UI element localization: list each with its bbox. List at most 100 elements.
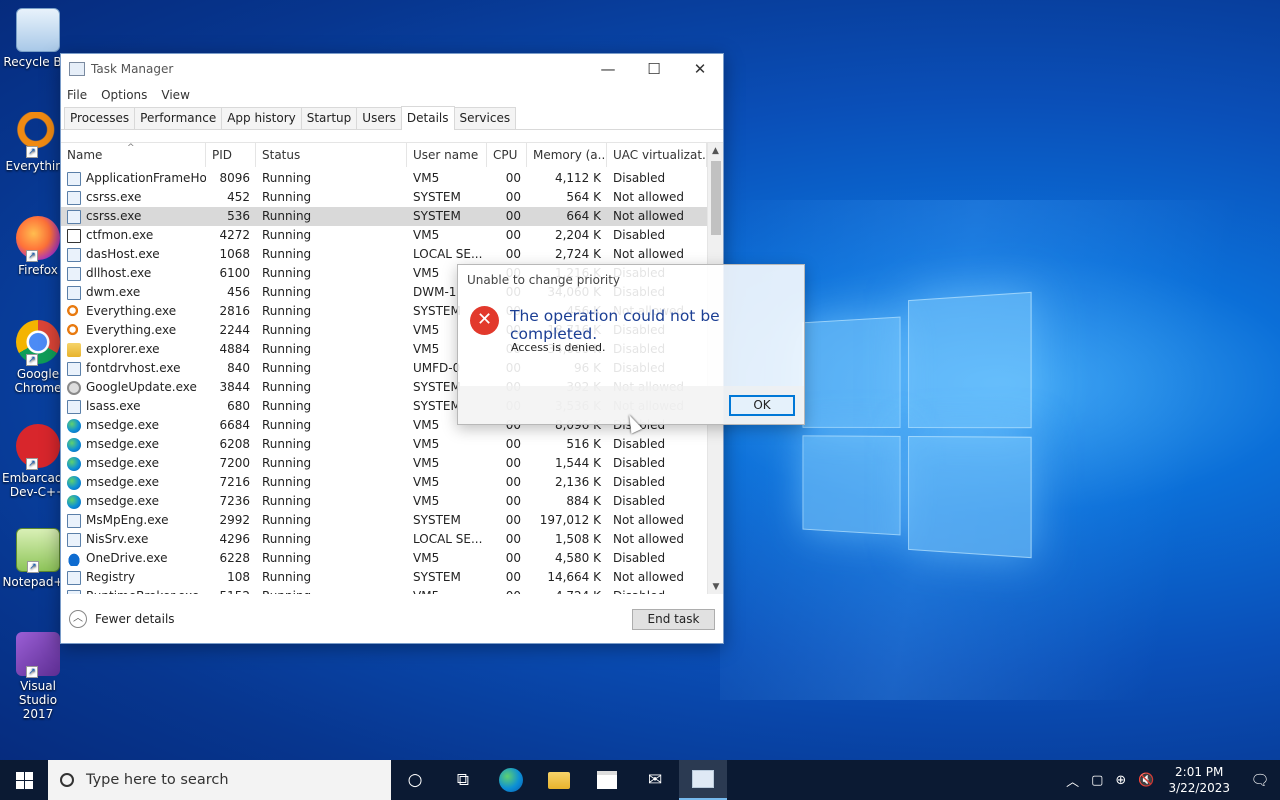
tab-app-history[interactable]: App history (221, 107, 302, 129)
tab-processes[interactable]: Processes (64, 107, 136, 129)
table-row[interactable]: Registry 108 Running SYSTEM 00 14,664 K Not al… (61, 568, 707, 587)
file-explorer-icon[interactable] (535, 760, 583, 800)
row-status: Running (262, 209, 312, 223)
row-pid: 108 (227, 570, 250, 584)
process-cloud-icon (67, 551, 81, 566)
cortana-icon[interactable]: ○ (391, 760, 439, 800)
volume-muted-icon[interactable]: 🔇 (1138, 773, 1154, 788)
network-globe-icon[interactable]: ⊕ (1115, 773, 1126, 788)
row-user: LOCAL SE... (413, 247, 483, 261)
row-pid: 7216 (219, 475, 250, 489)
row-pid: 6228 (219, 551, 250, 565)
notifications-icon[interactable]: 🗨 (1240, 771, 1280, 789)
table-row[interactable]: msedge.exe 7216 Running VM5 00 2,136 K Disable… (61, 473, 707, 492)
scroll-up-icon[interactable]: ▲ (708, 143, 723, 159)
end-task-button[interactable]: End task (632, 609, 715, 630)
process-search-icon (67, 323, 81, 338)
show-hidden-icons-icon[interactable]: ︿ (1066, 771, 1079, 790)
close-button[interactable]: ✕ (677, 54, 723, 84)
column-header-pid[interactable]: PID (206, 143, 256, 167)
row-cpu: 00 (505, 532, 521, 546)
table-row[interactable]: csrss.exe 452 Running SYSTEM 00 564 K Not allo… (61, 188, 707, 207)
row-name: csrss.exe (61, 207, 206, 226)
row-uac: Not allowed (613, 209, 685, 223)
column-header-user[interactable]: User name (407, 143, 487, 167)
desktop-icon-visual-studio[interactable]: ↗ Visual Studio 2017 (2, 632, 74, 721)
row-name: fontdrvhost.exe (61, 359, 206, 378)
table-row[interactable]: OneDrive.exe 6228 Running VM5 00 4,580 K Disab… (61, 549, 707, 568)
tab-services[interactable]: Services (453, 107, 517, 129)
tab-performance[interactable]: Performance (134, 107, 223, 129)
column-header-cpu[interactable]: CPU (487, 143, 527, 167)
table-row[interactable]: MsMpEng.exe 2992 Running SYSTEM 00 197,012 K N… (61, 511, 707, 530)
ok-button[interactable]: OK (729, 395, 795, 416)
menu-view[interactable]: View (161, 88, 189, 102)
minimize-button[interactable]: — (585, 54, 631, 84)
table-row[interactable]: msedge.exe 7236 Running VM5 00 884 K Disabled (61, 492, 707, 511)
row-cpu: 00 (505, 190, 521, 204)
menu-file[interactable]: File (67, 88, 87, 102)
table-row[interactable]: dasHost.exe 1068 Running LOCAL SE... 00 2,724… (61, 245, 707, 264)
network-status-icon[interactable]: ▢ (1091, 773, 1103, 788)
column-header-name[interactable]: ^ Name (61, 143, 206, 167)
clock[interactable]: 2:01 PM 3/22/2023 (1168, 764, 1230, 796)
table-row[interactable]: msedge.exe 6208 Running VM5 00 516 K Disabled (61, 435, 707, 454)
fewer-details-button[interactable]: ︿ Fewer details (69, 610, 175, 628)
table-row[interactable]: RuntimeBroker.exe5152RunningVM5004,724 K… (61, 587, 707, 594)
start-button[interactable] (0, 760, 48, 800)
row-name: GoogleUpdate.exe (61, 378, 206, 397)
row-name: msedge.exe (61, 454, 206, 473)
row-user: VM5 (413, 456, 440, 470)
maximize-button[interactable]: ☐ (631, 54, 677, 84)
process-pen-icon (67, 228, 81, 243)
devcpp-icon: ↗ (16, 424, 60, 470)
table-row[interactable]: ApplicationFrameHo... 8096 Running VM5 00 4,1… (61, 169, 707, 188)
row-uac: Disabled (613, 494, 666, 508)
store-icon[interactable] (583, 760, 631, 800)
tab-details[interactable]: Details (400, 106, 455, 130)
row-name: OneDrive.exe (61, 549, 206, 568)
shortcut-arrow-icon: ↗ (26, 354, 38, 366)
row-user: VM5 (413, 551, 440, 565)
row-uac: Disabled (613, 171, 666, 185)
row-cpu: 00 (505, 228, 521, 242)
row-uac: Not allowed (613, 513, 685, 527)
row-pid: 7236 (219, 494, 250, 508)
table-row[interactable]: NisSrv.exe 4296 Running LOCAL SE... 00 1,508 … (61, 530, 707, 549)
row-status: Running (262, 418, 312, 432)
row-uac: Disabled (613, 551, 666, 565)
row-pid: 7200 (219, 456, 250, 470)
notepadpp-icon: ↗ (16, 528, 60, 573)
column-header-memory[interactable]: Memory (a... (527, 143, 607, 167)
task-view-icon[interactable]: ⧉ (439, 760, 487, 800)
row-pid: 8096 (219, 171, 250, 185)
process-gear-icon (67, 380, 81, 395)
row-pid: 6100 (219, 266, 250, 280)
column-header-uac[interactable]: UAC virtualizat... (607, 143, 707, 167)
scroll-down-icon[interactable]: ▼ (708, 579, 723, 594)
task-manager-taskbar-icon[interactable] (679, 760, 727, 800)
process-edge-icon (67, 418, 81, 433)
process-edge-icon (67, 494, 81, 509)
process-edge-icon (67, 475, 81, 490)
process-app-icon (67, 532, 81, 547)
taskbar-search-box[interactable]: Type here to search (48, 760, 391, 800)
table-row[interactable]: csrss.exe 536 Running SYSTEM 00 664 K Not allo… (61, 207, 707, 226)
edge-taskbar-icon[interactable] (487, 760, 535, 800)
window-footer: ︿ Fewer details End task (61, 602, 723, 642)
tab-startup[interactable]: Startup (300, 107, 358, 129)
mail-icon[interactable]: ✉ (631, 760, 679, 800)
row-name: csrss.exe (61, 188, 206, 207)
table-row[interactable]: ctfmon.exe 4272 Running VM5 00 2,204 K Disable… (61, 226, 707, 245)
row-name: Everything.exe (61, 321, 206, 340)
menu-options[interactable]: Options (101, 88, 147, 102)
scroll-thumb[interactable] (711, 161, 721, 235)
title-bar[interactable]: Task Manager — ☐ ✕ (61, 54, 723, 84)
row-uac: Disabled (613, 456, 666, 470)
row-uac: Not allowed (613, 190, 685, 204)
column-header-status[interactable]: Status (256, 143, 407, 167)
row-pid: 4884 (219, 342, 250, 356)
process-app-icon (67, 399, 81, 414)
table-row[interactable]: msedge.exe 7200 Running VM5 00 1,544 K Disable… (61, 454, 707, 473)
tab-users[interactable]: Users (356, 107, 402, 129)
